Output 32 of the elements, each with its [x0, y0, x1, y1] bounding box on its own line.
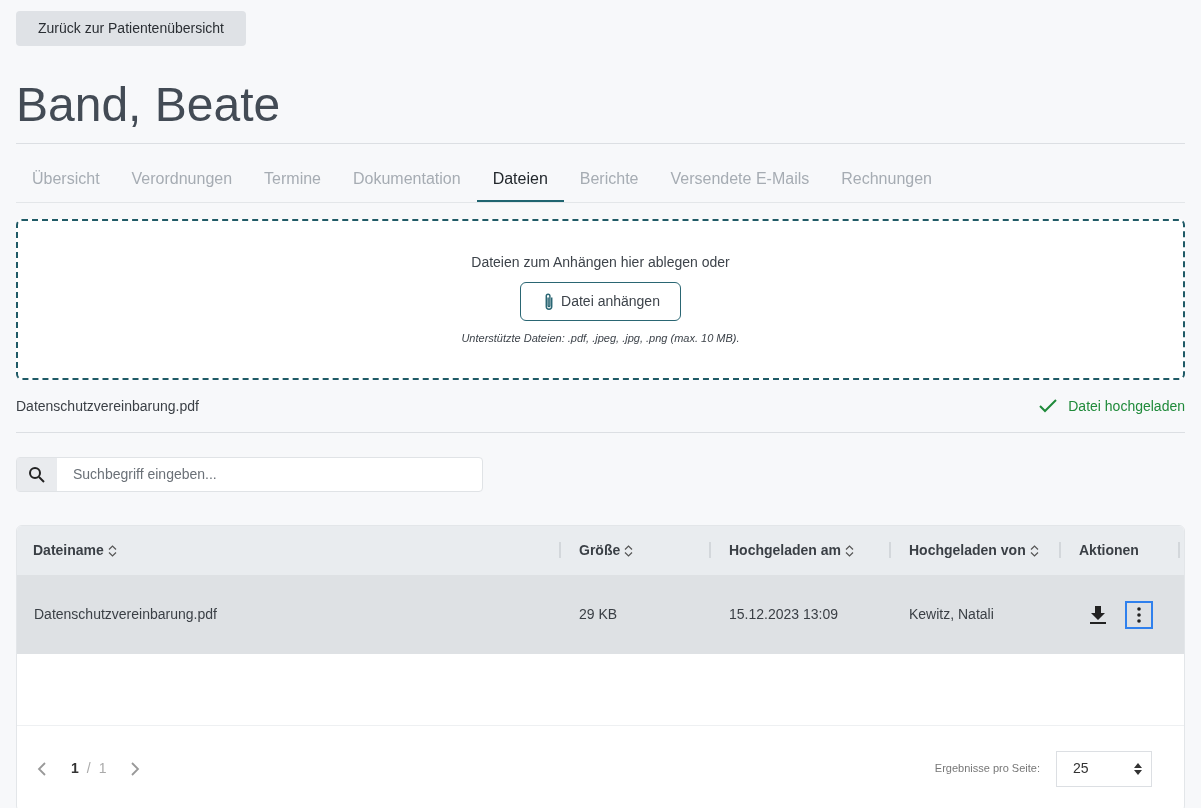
- uploaded-file-name: Datenschutzvereinbarung.pdf: [16, 396, 199, 416]
- tab[interactable]: Dateien: [476, 158, 564, 202]
- column-header[interactable]: Hochgeladen von: [909, 540, 1039, 561]
- column-header[interactable]: Aktionen: [1079, 540, 1139, 561]
- table-cell-text: 15.12.2023 13:09: [728, 605, 839, 624]
- download-icon[interactable]: [1089, 604, 1107, 625]
- vertical-dots-icon: [1137, 606, 1141, 623]
- patient-name: Band, Beate: [16, 77, 282, 133]
- results-per-page-select[interactable]: 25: [1056, 750, 1152, 787]
- table-cell-text: 29 KB: [578, 605, 619, 624]
- next-page-icon[interactable]: [130, 761, 141, 776]
- check-icon: [1038, 398, 1059, 414]
- column-header[interactable]: Größe: [579, 540, 634, 561]
- back-button[interactable]: Zurück zur Patientenübersicht: [16, 11, 246, 46]
- page-separator: /: [86, 759, 91, 778]
- total-pages: 1: [98, 759, 107, 778]
- column-header[interactable]: Dateiname: [33, 540, 117, 561]
- supported-files-hint: Unterstützte Dateien: .pdf, .jpeg, .jpg, .png (max. 10 MB).: [461, 331, 740, 347]
- table-cell-text: Kewitz, Natali: [908, 605, 995, 624]
- column-header[interactable]: Hochgeladen am: [729, 540, 855, 561]
- search-icon: [28, 465, 46, 484]
- table-cell-text: Datenschutzvereinbarung.pdf: [33, 605, 218, 624]
- previous-page-icon[interactable]: [37, 761, 47, 776]
- file-dropzone[interactable]: Dateien zum Anhängen hier ablegen oder Datei anhängen Unterstützte Dateien: .pdf, .jpeg, .jpg, .png (max. 10 MB).: [16, 219, 1185, 380]
- more-options-button[interactable]: [1125, 600, 1153, 629]
- table-row[interactable]: Datenschutzvereinbarung.pdf 29 KB 15.12.2023 13:09 Kewitz, Natali: [17, 575, 1184, 654]
- updown-caret-icon: [1133, 761, 1143, 776]
- results-per-page-label: Ergebnisse pro Seite:: [934, 761, 1040, 777]
- dropzone-prompt: Dateien zum Anhängen hier ablegen oder: [471, 253, 730, 273]
- attach-file-button[interactable]: Datei anhängen: [520, 282, 681, 322]
- current-page: 1: [71, 759, 79, 778]
- upload-status: Datei hochgeladen: [1038, 395, 1185, 417]
